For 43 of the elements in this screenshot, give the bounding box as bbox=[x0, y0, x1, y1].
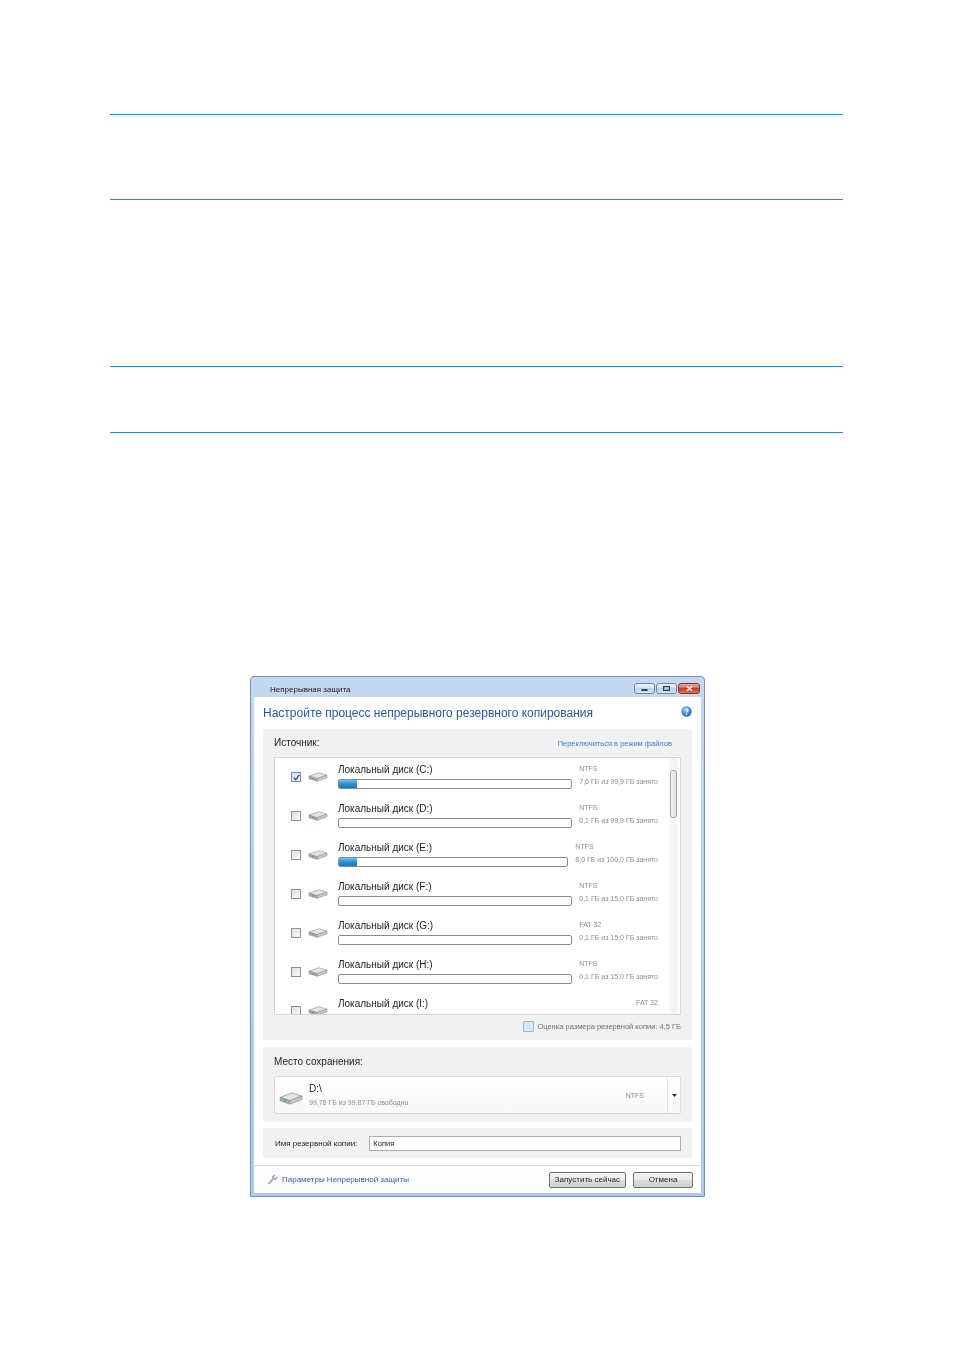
maximize-button[interactable] bbox=[656, 683, 677, 694]
window-title: Непрерывная защита bbox=[270, 685, 351, 695]
hard-drive-icon bbox=[308, 850, 328, 860]
disk-name: Локальный диск (F:) bbox=[338, 881, 432, 893]
checkmark-icon bbox=[292, 773, 300, 781]
minimize-button[interactable] bbox=[634, 683, 655, 694]
minimize-icon bbox=[641, 686, 648, 691]
hard-drive-icon bbox=[308, 889, 328, 899]
disk-name: Локальный диск (D:) bbox=[338, 803, 433, 815]
hard-drive-icon bbox=[308, 967, 328, 977]
checkbox[interactable] bbox=[291, 1006, 301, 1014]
legend-swatch-icon bbox=[523, 1020, 535, 1032]
start-now-button[interactable]: Запустить сейчас bbox=[548, 1171, 626, 1188]
checkbox[interactable] bbox=[291, 811, 301, 821]
checkbox[interactable] bbox=[291, 889, 301, 899]
checkbox[interactable] bbox=[291, 772, 301, 782]
disk-name: Локальный диск (C:) bbox=[338, 764, 433, 776]
disk-name: Локальный диск (H:) bbox=[338, 959, 433, 971]
scrollbar[interactable] bbox=[667, 758, 680, 1014]
scrollbar-thumb[interactable] bbox=[670, 770, 677, 818]
protection-settings-link[interactable]: Параметры Непрерывной защиты bbox=[282, 1175, 409, 1184]
wrench-icon bbox=[267, 1174, 278, 1185]
help-icon[interactable] bbox=[681, 705, 692, 717]
disk-name: Локальный диск (I:) bbox=[338, 998, 429, 1010]
hard-drive-icon bbox=[308, 928, 328, 938]
maximize-icon bbox=[663, 686, 670, 691]
disk-name: Локальный диск (G:) bbox=[338, 920, 434, 932]
hard-drive-icon bbox=[308, 772, 328, 782]
dialog-heading: Настройте процесс непрерывного резервного копирования bbox=[263, 705, 594, 721]
close-icon bbox=[685, 686, 693, 691]
hard-drive-icon bbox=[308, 811, 328, 821]
close-button[interactable] bbox=[678, 683, 700, 694]
destination-label: Место сохранения: bbox=[274, 1055, 363, 1069]
caret-icon bbox=[671, 1093, 677, 1097]
backup-name-label: Имя резервной копии: bbox=[275, 1138, 358, 1148]
hard-drive-icon bbox=[279, 1091, 303, 1105]
checkbox[interactable] bbox=[291, 967, 301, 977]
drive-path: D:\ bbox=[309, 1082, 322, 1095]
source-label: Источник: bbox=[274, 736, 320, 750]
cancel-button[interactable]: Отмена bbox=[633, 1171, 693, 1188]
checkbox[interactable] bbox=[291, 928, 301, 938]
disk-name: Локальный диск (E:) bbox=[338, 842, 433, 854]
checkbox[interactable] bbox=[291, 850, 301, 860]
